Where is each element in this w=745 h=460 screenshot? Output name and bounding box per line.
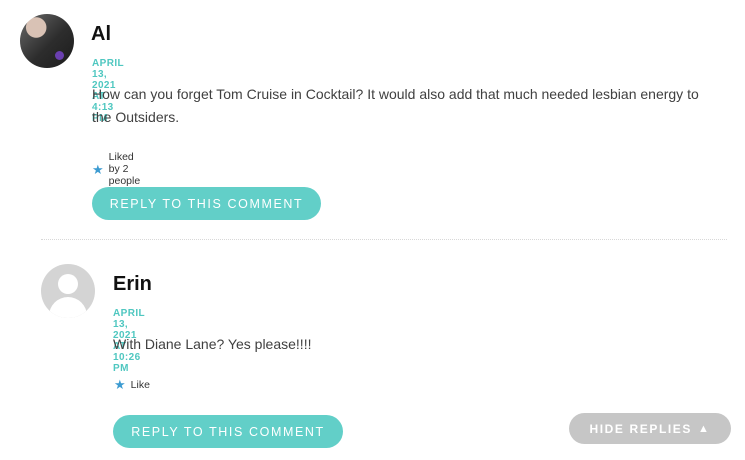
comment-text-line: the Outsiders.: [92, 109, 180, 125]
avatar[interactable]: [20, 14, 74, 68]
star-icon: ★: [114, 377, 126, 392]
hide-replies-label: HIDE REPLIES: [589, 421, 693, 436]
comment-text: How can you forget Tom Cruise in Cocktai…: [92, 83, 732, 129]
like-widget[interactable]: ★ Liked by 2 people: [92, 151, 140, 187]
hide-replies-button[interactable]: HIDE REPLIES ▲: [569, 413, 731, 444]
reply-button[interactable]: REPLY TO THIS COMMENT: [92, 187, 321, 220]
star-icon: ★: [92, 161, 104, 177]
comment-text-line: How can you forget Tom Cruise in Cocktai…: [92, 86, 699, 102]
comment-divider: [41, 239, 727, 240]
like-text: Liked by 2 people: [108, 151, 141, 187]
avatar-badge-icon: [55, 51, 64, 60]
comment-author[interactable]: Al: [91, 23, 111, 46]
like-text: Like: [130, 378, 150, 391]
comment-text: With Diane Lane? Yes please!!!!: [113, 333, 713, 356]
comment-author[interactable]: Erin: [113, 273, 152, 296]
comment-text-line: With Diane Lane? Yes please!!!!: [113, 336, 312, 352]
reply-button[interactable]: REPLY TO THIS COMMENT: [113, 415, 343, 448]
like-button[interactable]: ★ Like: [114, 378, 150, 391]
default-user-icon: [58, 274, 78, 294]
triangle-up-icon: ▲: [698, 422, 711, 435]
avatar[interactable]: [41, 264, 95, 318]
